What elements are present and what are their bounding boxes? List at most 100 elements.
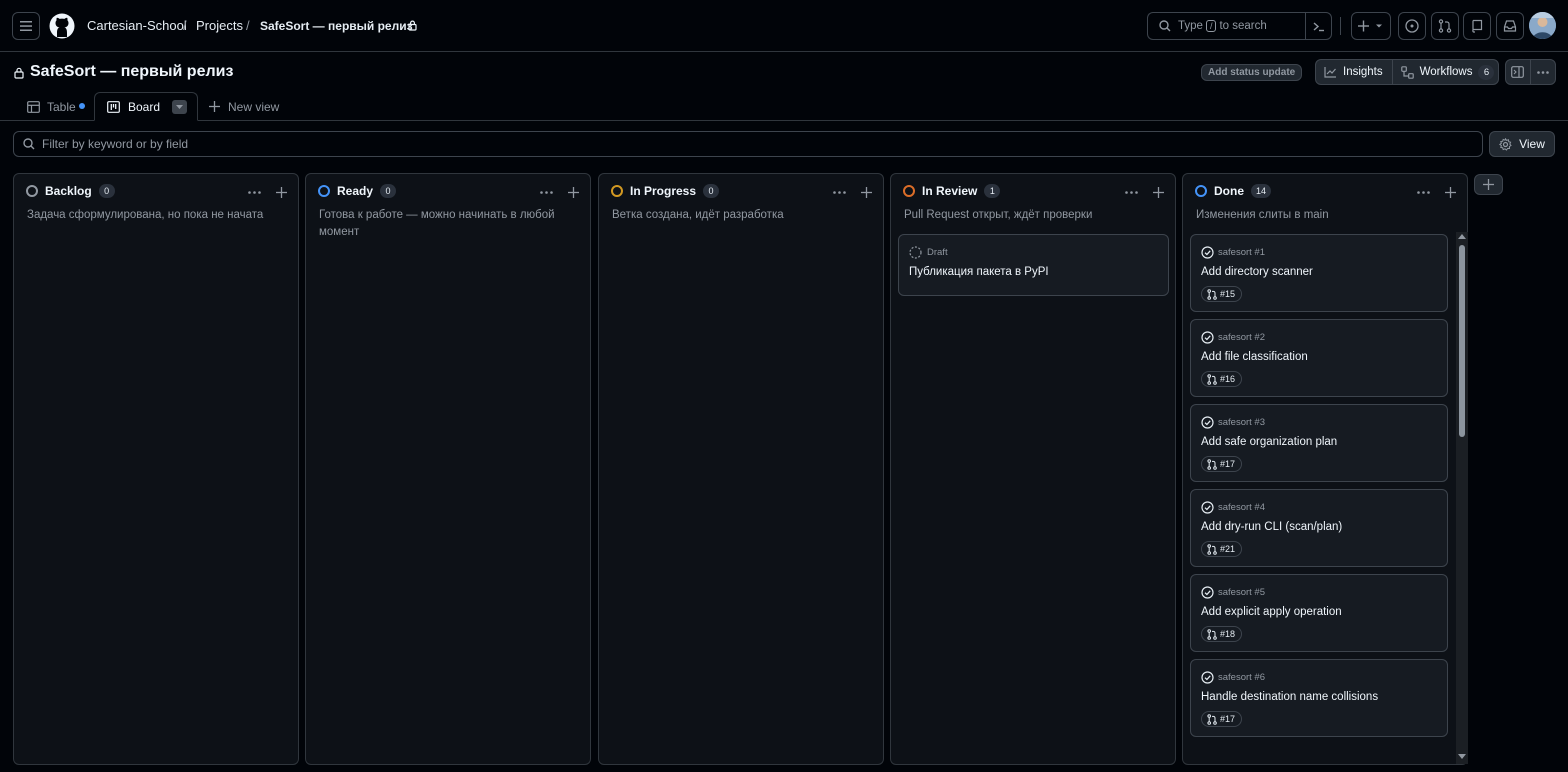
card-repo-ref[interactable]: safesort #6 — [1218, 672, 1265, 683]
column-menu-button[interactable] — [829, 184, 849, 200]
hamburger-icon — [20, 21, 32, 31]
insights-label: Insights — [1343, 66, 1383, 78]
tab-table[interactable]: Table — [19, 92, 93, 121]
column-menu-button[interactable] — [1121, 184, 1141, 200]
card-title[interactable]: Add dry-run CLI (scan/plan) — [1201, 521, 1342, 533]
column-description: Задача сформулирована, но пока не начата — [27, 209, 264, 221]
status-circle-icon — [318, 185, 330, 197]
linked-pull-request[interactable]: #16 — [1201, 371, 1243, 387]
add-item-button[interactable] — [858, 184, 874, 200]
add-item-button[interactable] — [273, 184, 289, 200]
card-title[interactable]: Add explicit apply operation — [1201, 606, 1342, 618]
linked-pull-request[interactable]: #18 — [1201, 626, 1243, 642]
column-menu-button[interactable] — [244, 184, 264, 200]
issue-card[interactable]: safesort #4 Add dry-run CLI (scan/plan) #2… — [1190, 489, 1448, 567]
linked-pull-request[interactable]: #17 — [1201, 456, 1243, 472]
linked-pull-request[interactable]: #21 — [1201, 541, 1243, 557]
card-meta: safesort #4 — [1201, 501, 1265, 514]
column-header: Backlog 0 — [26, 184, 115, 198]
tab-board[interactable]: Board — [94, 92, 198, 121]
card-title[interactable]: Handle destination name collisions — [1201, 691, 1378, 703]
workflows-count: 6 — [1478, 64, 1495, 80]
plus-icon — [567, 186, 579, 198]
command-palette-button[interactable] — [1305, 12, 1332, 40]
column-count: 0 — [703, 184, 720, 198]
add-status-update-button[interactable]: Add status update — [1201, 64, 1303, 81]
issue-card[interactable]: safesort #6 Handle destination name colli… — [1190, 659, 1448, 737]
add-item-button[interactable] — [1150, 184, 1166, 200]
menu-button[interactable] — [12, 12, 40, 40]
draft-item-card[interactable]: Draft Публикация пакета в PyPI — [898, 234, 1169, 296]
breadcrumb-separator: / — [246, 18, 250, 33]
breadcrumb-separator: / — [183, 18, 187, 33]
page-title: SafeSort — первый релиз — [30, 63, 234, 80]
status-circle-icon — [1195, 185, 1207, 197]
workflows-button[interactable]: Workflows 6 — [1393, 60, 1503, 84]
create-new-button[interactable] — [1351, 12, 1391, 40]
search-shortcut-key: / — [1205, 20, 1217, 32]
add-item-button[interactable] — [565, 184, 581, 200]
pull-request-number: #15 — [1220, 289, 1236, 299]
issue-card[interactable]: safesort #1 Add directory scanner #15 — [1190, 234, 1448, 312]
view-options-dropdown[interactable] — [172, 99, 188, 114]
card-meta: safesort #6 — [1201, 671, 1265, 684]
status-circle-icon — [26, 185, 38, 197]
repositories-button[interactable] — [1463, 12, 1491, 40]
card-title[interactable]: Публикация пакета в PyPI — [909, 266, 1049, 278]
card-repo-ref[interactable]: safesort #4 — [1218, 502, 1265, 513]
card-title[interactable]: Add file classification — [1201, 351, 1308, 363]
column-menu-button[interactable] — [1413, 184, 1433, 200]
card-repo-ref[interactable]: safesort #5 — [1218, 587, 1265, 598]
pull-requests-button[interactable] — [1431, 12, 1459, 40]
insights-button[interactable]: Insights — [1316, 60, 1393, 84]
scrollbar-thumb[interactable] — [1459, 245, 1465, 437]
tab-board-label: Board — [128, 99, 161, 114]
search-input[interactable]: Type / to search — [1147, 12, 1305, 40]
filter-placeholder: Filter by keyword or by field — [42, 137, 189, 151]
issue-closed-icon — [1201, 501, 1214, 514]
issue-closed-icon — [1201, 671, 1214, 684]
issue-draft-icon — [909, 246, 922, 259]
linked-pull-request[interactable]: #15 — [1201, 286, 1243, 302]
card-repo-ref[interactable]: safesort #1 — [1218, 247, 1265, 258]
breadcrumb-projects[interactable]: Projects — [196, 18, 243, 33]
issues-button[interactable] — [1398, 12, 1426, 40]
card-repo-ref[interactable]: safesort #2 — [1218, 332, 1265, 343]
issue-card[interactable]: safesort #2 Add file classification #16 — [1190, 319, 1448, 397]
card-repo-ref[interactable]: safesort #3 — [1218, 417, 1265, 428]
card-title[interactable]: Add directory scanner — [1201, 266, 1313, 278]
column-count: 0 — [98, 184, 115, 198]
scroll-up-icon[interactable] — [1458, 234, 1466, 239]
column-ready: Ready 0 Готова к работе — можно начинать… — [305, 173, 591, 765]
git-pull-request-icon — [1207, 713, 1217, 725]
filter-input[interactable]: Filter by keyword or by field — [13, 131, 1483, 157]
issue-card[interactable]: safesort #3 Add safe organization plan #17 — [1190, 404, 1448, 482]
plus-icon — [275, 186, 287, 198]
linked-pull-request[interactable]: #17 — [1201, 711, 1243, 727]
add-column-button[interactable] — [1474, 174, 1503, 195]
github-logo-icon[interactable] — [49, 13, 75, 39]
inbox-button[interactable] — [1496, 12, 1524, 40]
project-menu-button[interactable] — [1531, 60, 1555, 84]
breadcrumb-org[interactable]: Cartesian-School — [87, 18, 187, 33]
scroll-down-icon[interactable] — [1458, 754, 1466, 759]
column-title: Done — [1214, 184, 1244, 198]
status-circle-icon — [611, 185, 623, 197]
column-menu-button[interactable] — [536, 184, 556, 200]
add-item-button[interactable] — [1442, 184, 1458, 200]
toggle-side-panel-button[interactable] — [1506, 60, 1531, 84]
search-prefix: Type — [1178, 20, 1203, 32]
pull-request-number: #16 — [1220, 374, 1236, 384]
new-view-label: New view — [228, 99, 280, 114]
workflow-icon — [1400, 65, 1414, 79]
table-icon — [27, 100, 40, 113]
column-title: Ready — [337, 184, 374, 198]
project-board-icon — [107, 100, 120, 113]
pull-request-number: #21 — [1220, 544, 1236, 554]
avatar[interactable] — [1529, 12, 1556, 39]
new-view-button[interactable]: New view — [209, 92, 279, 121]
breadcrumb-current-project[interactable]: SafeSort — первый релиз — [260, 19, 413, 33]
view-settings-button[interactable]: View — [1489, 131, 1555, 157]
issue-card[interactable]: safesort #5 Add explicit apply operation #… — [1190, 574, 1448, 652]
card-title[interactable]: Add safe organization plan — [1201, 436, 1337, 448]
